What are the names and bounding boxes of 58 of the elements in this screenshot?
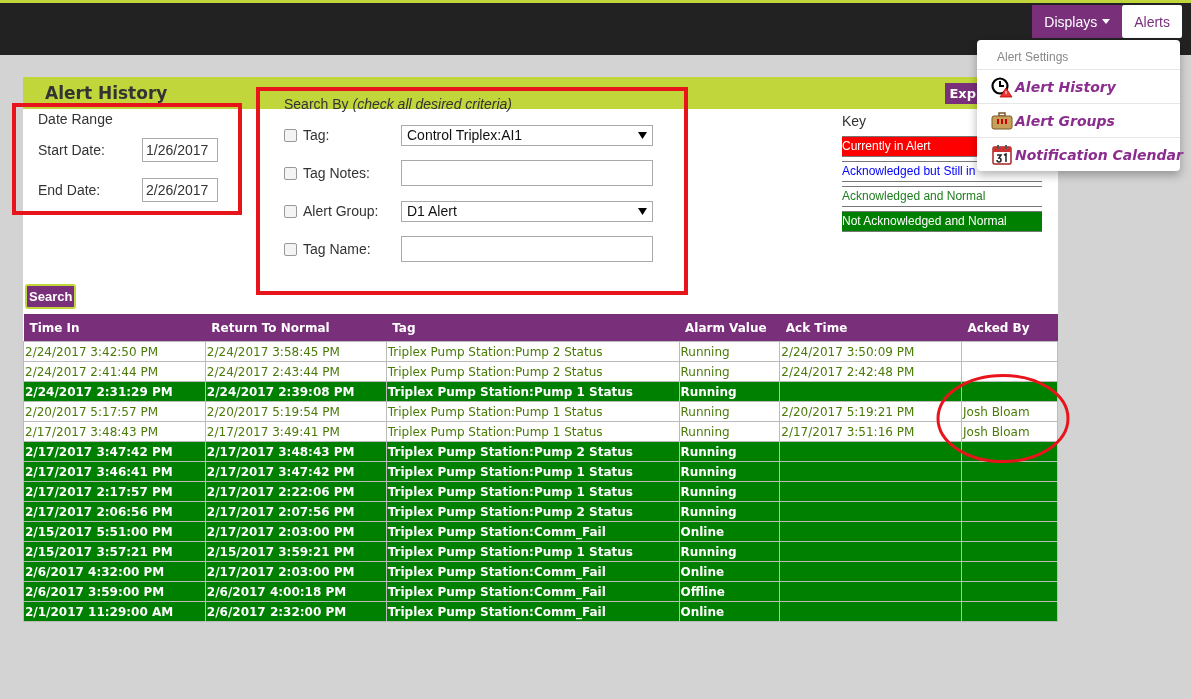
date-field[interactable]: 1/26/2017 <box>142 138 218 162</box>
checkbox[interactable] <box>284 128 297 142</box>
displays-dropdown[interactable]: Displays <box>1032 5 1123 38</box>
table-cell: Running <box>679 341 780 362</box>
field-label: Tag Name: <box>303 241 372 257</box>
field-label: Tag Notes: <box>303 165 371 181</box>
briefcase-icon <box>991 109 1013 132</box>
table-cell: 2/17/2017 3:48:43 PM <box>23 421 206 442</box>
caret-icon <box>1102 19 1111 24</box>
section-title: Date Range <box>38 111 114 127</box>
table-cell: 2/6/2017 3:59:00 PM <box>23 581 206 602</box>
checkbox[interactable] <box>284 204 297 218</box>
table-cell: 2/20/2017 5:17:57 PM <box>23 401 206 422</box>
caret-icon <box>638 207 647 215</box>
table-cell: 2/24/2017 3:58:45 PM <box>205 341 387 362</box>
field-label: Alert Group: <box>303 203 380 219</box>
field-label: End Date: <box>38 182 102 198</box>
alerts-button[interactable]: Alerts <box>1122 5 1182 38</box>
table-cell: 2/24/2017 3:50:09 PM <box>779 341 962 362</box>
column-header[interactable]: Tag <box>386 314 679 342</box>
menu-item[interactable]: Alert History <box>977 70 1180 104</box>
menu-item[interactable]: Alert Groups <box>977 104 1180 138</box>
menu-header: Alert Settings <box>977 40 1180 70</box>
table-cell: 2/17/2017 3:47:42 PM <box>23 441 206 462</box>
table-cell: 2/6/2017 4:32:00 PM <box>23 561 206 582</box>
checkbox[interactable] <box>284 166 297 180</box>
input-field[interactable] <box>401 160 653 186</box>
caret-icon <box>638 131 647 139</box>
select-field[interactable]: Control Triplex:AI1 <box>401 124 653 146</box>
select-field[interactable]: D1 Alert <box>401 200 653 222</box>
table-cell: 2/1/2017 11:29:00 AM <box>23 601 206 622</box>
date-field[interactable]: 2/26/2017 <box>142 178 218 202</box>
calendar-icon <box>991 143 1013 166</box>
column-header[interactable]: Ack Time <box>779 314 962 342</box>
legend-item: Acknowledged and Normal <box>842 186 1042 207</box>
table-cell: 2/15/2017 5:51:00 PM <box>23 521 206 542</box>
panel-title: Alert History <box>45 83 168 103</box>
key-title: Key <box>842 113 867 129</box>
legend-item: Not Acknowledged and Normal <box>842 211 1042 232</box>
table-cell: 2/17/2017 2:17:57 PM <box>23 481 206 502</box>
search-button[interactable]: Search <box>25 284 77 309</box>
column-header[interactable]: Acked By <box>961 314 1058 342</box>
table-cell: 2/24/2017 3:42:50 PM <box>23 341 206 362</box>
checkbox[interactable] <box>284 242 297 256</box>
table-cell: 2/17/2017 3:46:41 PM <box>23 461 206 482</box>
table-cell: 2/17/2017 2:06:56 PM <box>23 501 206 522</box>
clock-warning-icon <box>991 75 1013 98</box>
table-cell: 2/24/2017 2:31:29 PM <box>23 381 206 402</box>
column-header[interactable]: Alarm Value <box>679 314 780 342</box>
table-cell: Triplex Pump Station:Pump 2 Status <box>386 341 679 362</box>
section-title: Search By (check all desired criteria) <box>284 96 513 112</box>
table-cell: 2/24/2017 2:41:44 PM <box>23 361 206 382</box>
column-header[interactable]: Return To Normal <box>205 314 387 342</box>
field-label: Start Date: <box>38 142 106 158</box>
field-label: Tag: <box>303 127 331 143</box>
column-header[interactable]: Time In <box>23 314 206 342</box>
input-field[interactable] <box>401 236 653 262</box>
table-cell: 2/15/2017 3:57:21 PM <box>23 541 206 562</box>
